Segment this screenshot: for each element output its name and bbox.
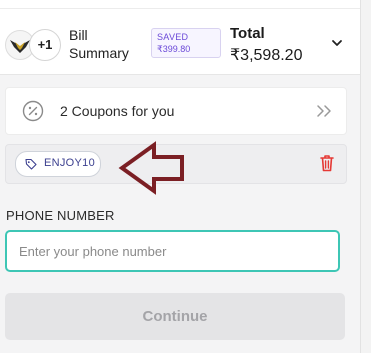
percent-badge-icon — [22, 100, 44, 122]
extra-items-badge: +1 — [29, 29, 61, 61]
coupons-label: 2 Coupons for you — [60, 103, 175, 119]
coupons-row[interactable]: 2 Coupons for you — [5, 87, 347, 135]
annotation-arrow-icon — [118, 141, 184, 195]
background-page-strip — [360, 0, 371, 353]
coupon-chip[interactable]: ENJOY10 — [15, 151, 101, 177]
total-label: Total — [230, 25, 265, 42]
saved-badge: SAVED ₹399.80 — [151, 28, 221, 58]
top-divider — [0, 0, 360, 9]
phone-number-input[interactable] — [5, 230, 340, 272]
chevron-down-icon[interactable] — [330, 36, 344, 50]
saved-amount: ₹399.80 — [157, 44, 191, 54]
saved-label: SAVED — [157, 32, 189, 42]
checkout-panel: +1 Bill Summary SAVED ₹399.80 Total ₹3,5… — [0, 0, 360, 353]
trash-icon[interactable] — [318, 153, 336, 173]
phone-number-label: PHONE NUMBER — [6, 208, 115, 223]
bill-summary-row[interactable]: +1 Bill Summary SAVED ₹399.80 Total ₹3,5… — [0, 14, 360, 75]
tag-icon — [25, 158, 37, 170]
bill-summary-label: Bill Summary — [69, 27, 129, 61]
coupon-code: ENJOY10 — [44, 157, 96, 169]
double-chevron-right-icon[interactable] — [315, 103, 333, 119]
continue-button[interactable]: Continue — [5, 293, 345, 340]
total-value: ₹3,598.20 — [230, 47, 303, 64]
